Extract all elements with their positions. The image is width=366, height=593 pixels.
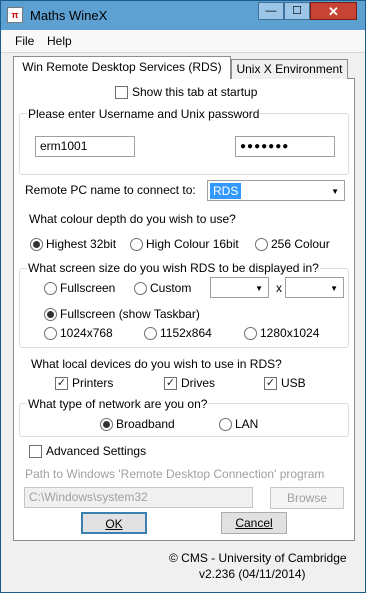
fullscreen-label: Fullscreen	[60, 281, 116, 295]
rdc-path-label: Path to Windows 'Remote Desktop Connecti…	[25, 467, 325, 481]
show-at-startup-checkbox[interactable]	[115, 86, 128, 99]
drives-label: Drives	[181, 376, 216, 390]
res-1280x1024-label: 1280x1024	[260, 326, 320, 340]
cancel-button[interactable]: Cancel	[221, 512, 287, 534]
drives-checkbox[interactable]: ✓	[164, 377, 177, 390]
maximize-button[interactable]: ☐	[284, 2, 310, 20]
menu-help[interactable]: Help	[47, 34, 72, 48]
devices-question: What local devices do you wish to use in…	[31, 357, 282, 371]
custom-height-select[interactable]: ▼	[285, 277, 344, 298]
colour-option-label: 256 Colour	[271, 237, 330, 251]
radio-1152x864[interactable]	[144, 327, 157, 340]
app-window: π Maths WineX — ☐ ✕ File Help Win Remote…	[0, 0, 366, 593]
credentials-legend: Please enter Username and Unix password	[27, 107, 261, 121]
copyright-text: © CMS - University of Cambridge	[169, 551, 347, 565]
close-button[interactable]: ✕	[310, 2, 357, 20]
tab-unix-x[interactable]: Unix X Environment	[231, 59, 348, 79]
broadband-label: Broadband	[116, 417, 175, 431]
radio-fullscreen[interactable]	[44, 282, 57, 295]
password-input[interactable]: ●●●●●●●	[235, 136, 335, 157]
menu-file[interactable]: File	[15, 34, 34, 48]
radio-1280x1024[interactable]	[244, 327, 257, 340]
lan-label: LAN	[235, 417, 259, 431]
radio-broadband[interactable]	[100, 418, 113, 431]
radio-256-colour[interactable]	[255, 238, 268, 251]
colour-option-label: High Colour 16bit	[146, 237, 239, 251]
usb-label: USB	[281, 376, 306, 390]
window-title: Maths WineX	[30, 8, 108, 23]
colour-depth-question: What colour depth do you wish to use?	[29, 212, 236, 226]
printers-checkbox[interactable]: ✓	[55, 377, 68, 390]
chevron-down-icon: ▼	[330, 284, 338, 293]
app-icon: π	[7, 7, 23, 23]
radio-fullscreen-taskbar[interactable]	[44, 308, 57, 321]
printers-label: Printers	[72, 376, 114, 390]
res-1024x768-label: 1024x768	[60, 326, 113, 340]
radio-high-colour-16bit[interactable]	[130, 238, 143, 251]
version-text: v2.236 (04/11/2014)	[199, 567, 306, 581]
remote-pc-label: Remote PC name to connect to:	[25, 183, 196, 197]
res-1152x864-label: 1152x864	[160, 326, 212, 340]
radio-1024x768[interactable]	[44, 327, 57, 340]
usb-checkbox[interactable]: ✓	[264, 377, 277, 390]
network-legend: What type of network are you on?	[27, 397, 209, 411]
colour-option-label: Highest 32bit	[46, 237, 117, 251]
browse-button[interactable]: Browse	[270, 487, 344, 509]
username-input[interactable]: erm1001	[35, 136, 135, 157]
custom-size-separator: x	[276, 281, 282, 295]
tab-win-rds[interactable]: Win Remote Desktop Services (RDS)	[13, 56, 231, 79]
fullscreen-taskbar-label: Fullscreen (show Taskbar)	[60, 307, 200, 321]
rds-tab-panel: Show this tab at startup Please enter Us…	[13, 78, 355, 541]
show-at-startup-label: Show this tab at startup	[132, 85, 258, 99]
screen-size-legend: What screen size do you wish RDS to be d…	[27, 261, 320, 275]
menu-bar: File Help	[1, 30, 365, 53]
radio-highest-32bit[interactable]	[30, 238, 43, 251]
radio-lan[interactable]	[219, 418, 232, 431]
chevron-down-icon: ▼	[331, 187, 339, 196]
advanced-settings-checkbox[interactable]	[29, 445, 42, 458]
rdc-path-input[interactable]: C:\Windows\system32	[24, 487, 253, 508]
remote-pc-value: RDS	[210, 183, 242, 199]
custom-label: Custom	[150, 281, 192, 295]
chevron-down-icon: ▼	[255, 284, 263, 293]
remote-pc-select[interactable]: RDS ▼	[207, 180, 345, 201]
minimize-button[interactable]: —	[258, 2, 284, 20]
radio-custom[interactable]	[134, 282, 147, 295]
ok-button[interactable]: OK	[81, 512, 147, 534]
custom-width-select[interactable]: ▼	[210, 277, 269, 298]
advanced-settings-label: Advanced Settings	[46, 444, 147, 458]
title-bar[interactable]: π Maths WineX — ☐ ✕	[1, 1, 365, 30]
